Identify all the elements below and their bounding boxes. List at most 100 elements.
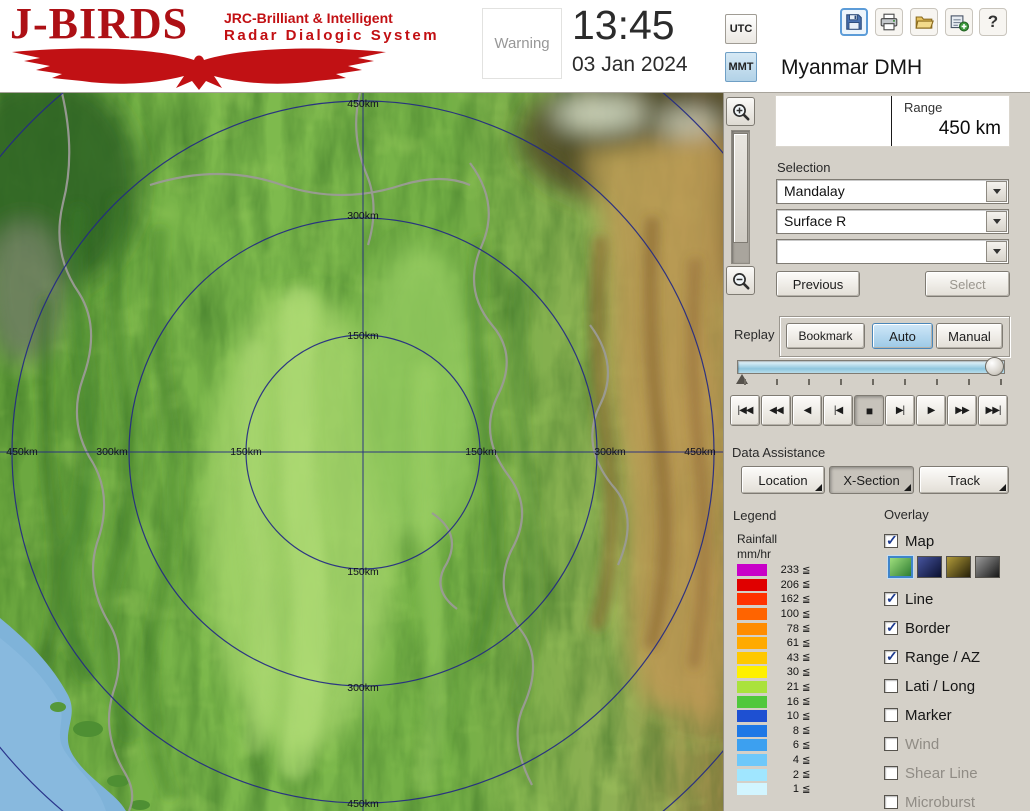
overlay-item-wind: Wind — [884, 734, 939, 754]
stop-button[interactable]: ■ — [854, 395, 884, 426]
rewind-button[interactable]: ◀◀ — [761, 395, 791, 426]
location-button[interactable]: Location — [741, 466, 825, 494]
step-back-button[interactable]: |◀ — [823, 395, 853, 426]
ring-label-e-450: 450km — [684, 446, 716, 458]
legend-value: 78 — [771, 623, 799, 635]
map-style-selector — [888, 556, 1000, 578]
legend-row: 61≦ — [737, 636, 887, 651]
legend-lte-symbol: ≦ — [802, 579, 810, 590]
open-folder-button[interactable] — [910, 8, 938, 36]
overlay-item-map[interactable]: Map — [884, 531, 934, 551]
ring-label-s-150: 150km — [347, 566, 379, 578]
legend-value: 61 — [771, 637, 799, 649]
step-forward-button[interactable]: ▶| — [885, 395, 915, 426]
ring-label-w-450: 450km — [6, 446, 38, 458]
zoom-slider[interactable] — [731, 130, 750, 264]
manual-mode-button[interactable]: Manual — [936, 323, 1003, 349]
overlay-item-border[interactable]: Border — [884, 618, 950, 638]
radar-map-display[interactable]: 450km 300km 150km 150km 300km 450km 450k… — [0, 93, 723, 811]
print-icon — [879, 12, 899, 32]
legend-lte-symbol: ≦ — [802, 623, 810, 634]
data-assistance-label: Data Assistance — [732, 445, 825, 460]
product-dropdown[interactable]: Surface R — [776, 209, 1009, 234]
legend-row: 4≦ — [737, 753, 887, 768]
track-button[interactable]: Track — [919, 466, 1009, 494]
playback-controls: |◀◀ ◀◀ ◀ |◀ ■ ▶| ▶ ▶▶ ▶▶| — [730, 395, 1008, 426]
x-section-button[interactable]: X-Section — [829, 466, 914, 494]
legend-color-swatch — [737, 579, 767, 591]
site-dropdown[interactable]: Mandalay — [776, 179, 1009, 204]
fast-forward-button[interactable]: ▶▶ — [947, 395, 977, 426]
map-checkbox[interactable] — [884, 534, 898, 548]
open-folder-icon — [914, 12, 934, 32]
select-button[interactable]: Select — [925, 271, 1010, 297]
warning-indicator[interactable]: Warning — [482, 8, 562, 79]
range-az-checkbox[interactable] — [884, 650, 898, 664]
site-dropdown-value: Mandalay — [784, 183, 845, 199]
map-style-swatch-green[interactable] — [888, 556, 913, 578]
print-button[interactable] — [875, 8, 903, 36]
clock-time: 13:45 — [572, 2, 675, 49]
zoom-out-button[interactable] — [726, 266, 755, 295]
previous-button[interactable]: Previous — [776, 271, 860, 297]
legend-lte-symbol: ≦ — [802, 667, 810, 678]
logo-tagline-1: JRC-Brilliant & Intelligent — [224, 10, 439, 26]
zoom-slider-thumb[interactable] — [733, 133, 748, 243]
legend-color-swatch — [737, 681, 767, 693]
option-dropdown-button[interactable] — [986, 241, 1007, 262]
ring-label-n-450: 450km — [347, 98, 379, 110]
app-logo-taglines: JRC-Brilliant & Intelligent Radar Dialog… — [224, 10, 439, 44]
site-dropdown-button[interactable] — [986, 181, 1007, 202]
save-button[interactable] — [840, 8, 868, 36]
bookmark-button[interactable]: Bookmark — [786, 323, 865, 349]
auto-mode-button[interactable]: Auto — [872, 323, 933, 349]
legend-row: 162≦ — [737, 592, 887, 607]
map-style-swatch-gray[interactable] — [975, 556, 1000, 578]
overlay-item-label: Border — [905, 620, 950, 637]
station-title: Myanmar DMH — [781, 56, 922, 80]
option-dropdown[interactable] — [776, 239, 1009, 264]
border-checkbox[interactable] — [884, 621, 898, 635]
skip-to-start-button[interactable]: |◀◀ — [730, 395, 760, 426]
lati-long-checkbox[interactable] — [884, 679, 898, 693]
map-style-swatch-navy[interactable] — [917, 556, 942, 578]
mmt-button[interactable]: MMT — [725, 52, 757, 82]
utc-button[interactable]: UTC — [725, 14, 757, 44]
legend-row: 10≦ — [737, 709, 887, 724]
overlay-item-line[interactable]: Line — [884, 589, 933, 609]
timeline-ticks — [744, 379, 1002, 385]
legend-row: 30≦ — [737, 665, 887, 680]
overlay-item-marker[interactable]: Marker — [884, 705, 952, 725]
line-checkbox[interactable] — [884, 592, 898, 606]
rainfall-legend: 233≦ 206≦ 162≦ 100≦ 78≦ 61≦ 43≦ 30≦ 21≦ … — [737, 563, 887, 797]
legend-value: 8 — [771, 725, 799, 737]
overlay-item-lati-long[interactable]: Lati / Long — [884, 676, 975, 696]
terrain-map[interactable]: 450km 300km 150km 150km 300km 450km 450k… — [0, 93, 723, 811]
chevron-down-icon — [993, 219, 1001, 224]
legend-color-swatch — [737, 754, 767, 766]
warning-label: Warning — [494, 35, 549, 52]
overlay-item-label: Lati / Long — [905, 678, 975, 695]
skip-to-end-button[interactable]: ▶▶| — [978, 395, 1008, 426]
marker-checkbox[interactable] — [884, 708, 898, 722]
map-style-swatch-olive[interactable] — [946, 556, 971, 578]
product-dropdown-button[interactable] — [986, 211, 1007, 232]
timeline-slider-handle[interactable] — [985, 357, 1004, 376]
help-button[interactable]: ? — [979, 8, 1007, 36]
legend-color-swatch — [737, 593, 767, 605]
overlay-item-label: Map — [905, 533, 934, 550]
zoom-in-button[interactable] — [726, 97, 755, 126]
play-button[interactable]: ▶ — [916, 395, 946, 426]
overlay-item-label: Microburst — [905, 794, 975, 811]
legend-lte-symbol: ≦ — [802, 638, 810, 649]
overlay-item-label: Wind — [905, 736, 939, 753]
import-export-button[interactable] — [945, 8, 973, 36]
ring-label-e-150: 150km — [465, 446, 497, 458]
overlay-item-label: Marker — [905, 707, 952, 724]
play-reverse-button[interactable]: ◀ — [792, 395, 822, 426]
overlay-item-range-az[interactable]: Range / AZ — [884, 647, 980, 667]
legend-row: 206≦ — [737, 578, 887, 593]
replay-timeline-slider[interactable] — [737, 360, 1005, 374]
legend-lte-symbol: ≦ — [802, 652, 810, 663]
legend-lte-symbol: ≦ — [802, 725, 810, 736]
